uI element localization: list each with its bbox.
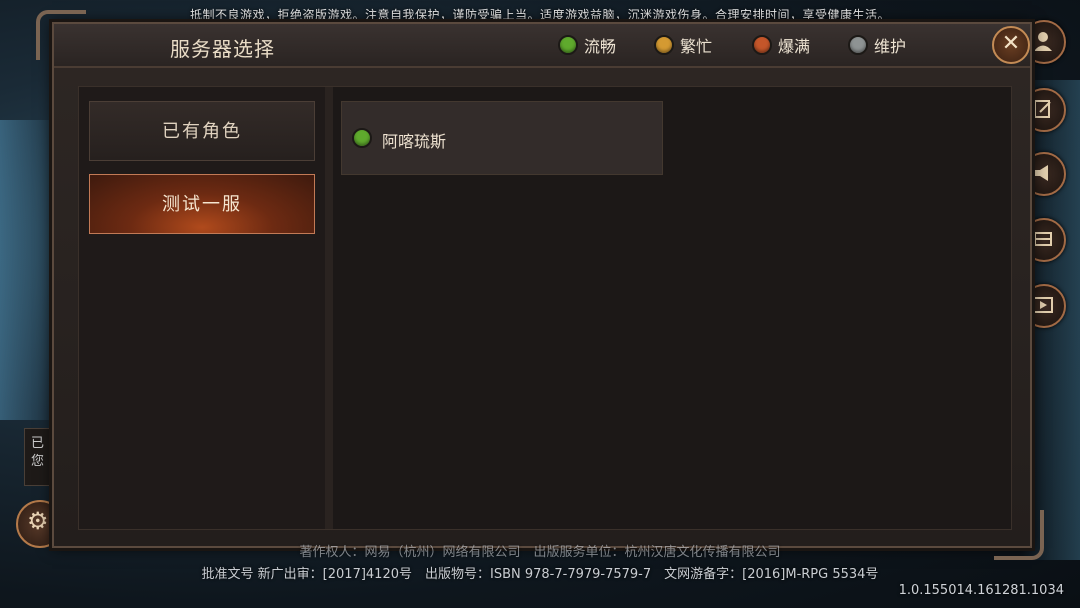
category-test-server-1[interactable]: 测试一服 (89, 174, 315, 234)
legend-full: 爆满 (752, 35, 810, 56)
legend-smooth: 流畅 (558, 35, 616, 56)
server-name: 阿喀琉斯 (382, 132, 447, 151)
category-existing-roles[interactable]: 已有角色 (89, 101, 315, 161)
server-item[interactable]: 阿喀琉斯 (341, 101, 663, 175)
status-dot-red-icon (752, 35, 772, 55)
status-dot-green-icon (558, 35, 578, 55)
license-approval: 批准文号 新广出审：[2017]4120号 出版物号：ISBN 978-7-79… (201, 567, 879, 582)
background-glow-left (0, 120, 60, 420)
license-copyright: 著作权人：网易（杭州）网络有限公司 出版服务单位：杭州汉唐文化传播有限公司 (299, 545, 781, 560)
legend-maintenance: 维护 (848, 35, 906, 56)
dialog-title: 服务器选择 (170, 37, 275, 61)
health-notice: 抵制不良游戏，拒绝盗版游戏。注意自我保护，谨防受骗上当。适度游戏益脑，沉迷游戏伤… (189, 8, 890, 22)
status-dot-green-icon (352, 128, 372, 148)
version-label: 1.0.155014.161281.1034 (898, 583, 1064, 598)
server-category-list: 已有角色 测试一服 (79, 87, 333, 529)
legend-busy: 繁忙 (654, 35, 712, 56)
dialog-body: 已有角色 测试一服 阿喀琉斯 (78, 86, 1012, 530)
close-button[interactable]: ✕ (992, 26, 1030, 64)
gear-icon: ⚙ (27, 507, 49, 535)
status-dot-gray-icon (848, 35, 868, 55)
dialog-titlebar: 服务器选择 流畅 繁忙 爆满 维护 ✕ (54, 24, 1030, 68)
server-select-dialog: 服务器选择 流畅 繁忙 爆满 维护 ✕ 已有角色 测试一服 阿喀琉斯 (36, 10, 1044, 560)
status-dot-yellow-icon (654, 35, 674, 55)
close-icon: ✕ (1001, 31, 1021, 56)
